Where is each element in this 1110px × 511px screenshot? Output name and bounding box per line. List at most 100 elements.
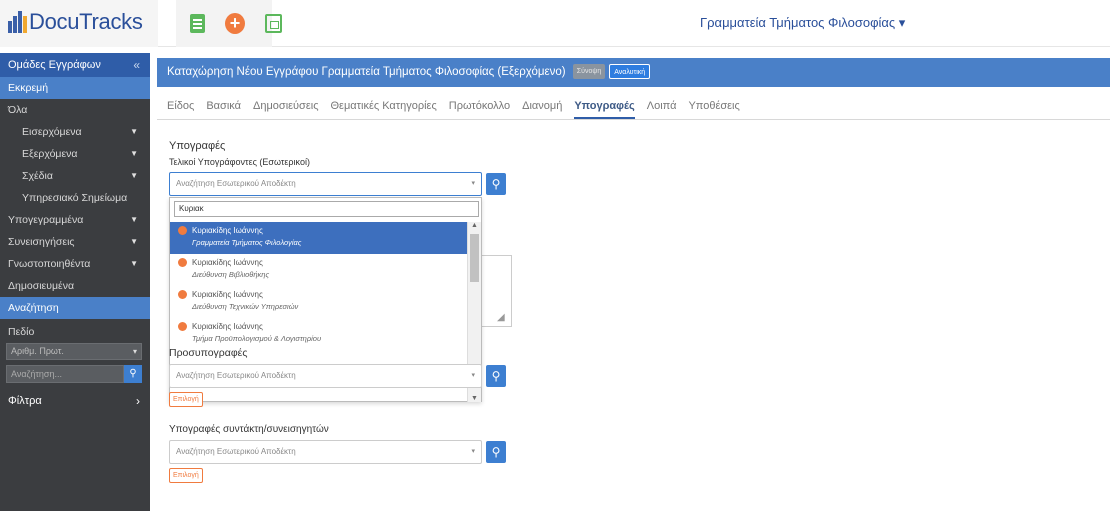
user-icon <box>178 322 187 331</box>
dropdown-option[interactable]: Κυριακίδης Ιωάννης Διεύθυνση Τεχνικών Υπ… <box>170 286 467 318</box>
toolbar: + <box>176 0 282 47</box>
sidebar-item-label: Γνωστοποιηθέντα <box>8 258 91 270</box>
search-icon[interactable]: ⚲ <box>486 173 506 195</box>
page-title-bar: Καταχώρηση Νέου Εγγράφου Γραμματεία Τμήμ… <box>157 58 1110 87</box>
sidebar-item-outgoing[interactable]: Εξερχόμενα ▼ <box>0 143 150 165</box>
caret-down-icon: ▼ <box>130 149 138 158</box>
option-org: Τμήμα Προϋπολογισμού & Λογιστηρίου <box>192 334 322 343</box>
sidebar-item-memo[interactable]: Υπηρεσιακό Σημείωμα <box>0 187 150 209</box>
user-icon <box>178 290 187 299</box>
option-org: Διεύθυνση Τεχνικών Υπηρεσιών <box>192 302 299 311</box>
tab-other[interactable]: Λοιπά <box>647 95 677 119</box>
caret-down-icon: ▾ <box>471 448 475 455</box>
app-name: DocuTracks <box>29 9 143 34</box>
sidebar-item-label: Συνεισηγήσεις <box>8 236 75 248</box>
sidebar-filters-header[interactable]: Φίλτρα › <box>0 389 150 413</box>
sidebar-filters-title: Φίλτρα <box>8 395 42 407</box>
sidebar-item-signed[interactable]: Υπογεγραμμένα ▼ <box>0 209 150 231</box>
double-chevron-left-icon[interactable]: « <box>133 53 140 77</box>
caret-down-icon: ▼ <box>130 237 138 246</box>
option-name: Κυριακίδης Ιωάννης <box>192 258 263 267</box>
sidebar-field-label: Πεδίο <box>8 326 35 338</box>
sidebar-item-all[interactable]: Όλα <box>0 99 150 121</box>
sidebar-item-published[interactable]: Δημοσιευμένα <box>0 275 150 297</box>
caret-down-icon: ▼ <box>130 127 138 136</box>
sidebar-item-notified[interactable]: Γνωστοποιηθέντα ▼ <box>0 253 150 275</box>
top-bar: DocuTracks + Γραμματεία Τμήματος Φιλοσοφ… <box>0 0 1110 47</box>
sidebar-item-pending[interactable]: Εκκρεμή <box>0 77 150 99</box>
recipient-placeholder: Αναζήτηση Εσωτερικού Αποδέκτη <box>176 447 296 456</box>
user-menu[interactable]: Γραμματεία Τμήματος Φιλοσοφίας ▾ <box>700 15 905 31</box>
dropdown-option[interactable]: Κυριακίδης Ιωάννης Τμήμα Προϋπολογισμού … <box>170 318 467 350</box>
search-icon[interactable]: ⚲ <box>486 365 506 387</box>
tab-basic[interactable]: Βασικά <box>206 95 241 119</box>
detail-toggle[interactable]: Αναλυτική <box>609 64 651 80</box>
app-logo[interactable]: DocuTracks <box>8 9 143 35</box>
sidebar-item-label: Σχέδια <box>22 170 53 182</box>
sidebar-search: Αναζήτηση... ⚲ <box>6 365 142 383</box>
page-title: Καταχώρηση Νέου Εγγράφου Γραμματεία Τμήμ… <box>167 66 566 78</box>
recipient-placeholder: Αναζήτηση Εσωτερικού Αποδέκτη <box>176 371 296 380</box>
sidebar-groups-title: Ομάδες Εγγράφων <box>8 59 101 71</box>
sidebar-field-value: Αριθμ. Πρωτ. <box>11 346 64 356</box>
tab-cases[interactable]: Υποθέσεις <box>688 95 739 119</box>
option-org: Γραμματεία Τμήματος Φιλολογίας <box>192 238 302 247</box>
caret-down-icon: ▼ <box>130 215 138 224</box>
dropdown-option[interactable]: Κυριακίδης Ιωάννης Διεύθυνση Βιβλιοθήκης <box>170 254 467 286</box>
final-signers-select[interactable]: Αναζήτηση Εσωτερικού Αποδέκτη ▾ <box>169 172 482 196</box>
tab-distribution[interactable]: Διανομή <box>522 95 562 119</box>
scroll-up-icon[interactable]: ▲ <box>471 222 478 229</box>
pre-signatures-select[interactable]: Αναζήτηση Εσωτερικού Αποδέκτη ▾ <box>169 364 482 388</box>
sidebar-item-label: Υπογεγραμμένα <box>8 214 84 226</box>
sidebar-item-label: Εξερχόμενα <box>22 148 78 160</box>
sidebar-groups-header[interactable]: Ομάδες Εγγράφων « <box>0 53 150 77</box>
search-icon[interactable]: ⚲ <box>124 365 142 383</box>
copy-button[interactable] <box>265 14 282 34</box>
scroll-down-icon[interactable]: ▼ <box>471 395 478 402</box>
choose-button[interactable]: Επιλογή <box>169 392 203 407</box>
option-name: Κυριακίδης Ιωάννης <box>192 290 263 299</box>
choose-button[interactable]: Επιλογή <box>169 468 203 483</box>
sidebar-field-select[interactable]: Αριθμ. Πρωτ. ▾ <box>6 343 142 360</box>
tab-type[interactable]: Είδος <box>167 95 194 119</box>
add-circle-icon: + <box>225 13 245 34</box>
recipient-placeholder: Αναζήτηση Εσωτερικού Αποδέκτη <box>176 179 296 188</box>
option-name: Κυριακίδης Ιωάννης <box>192 226 263 235</box>
user-icon <box>178 226 187 235</box>
caret-down-icon: ▼ <box>130 259 138 268</box>
pre-signatures-title: Προσυπογραφές <box>169 347 248 359</box>
caret-down-icon: ▼ <box>130 171 138 180</box>
dropdown-option[interactable]: Κυριακίδης Ιωάννης Γραμματεία Τμήματος Φ… <box>170 222 467 254</box>
tab-signatures[interactable]: Υπογραφές <box>574 95 635 119</box>
tab-protocol[interactable]: Πρωτόκολλο <box>449 95 510 119</box>
new-document-button[interactable] <box>190 14 205 34</box>
sidebar-item-label: Εισερχόμενα <box>22 126 82 138</box>
signatures-title: Υπογραφές <box>169 140 226 152</box>
dropdown-search-input[interactable]: Κυριακ <box>174 201 479 217</box>
option-name: Κυριακίδης Ιωάννης <box>192 322 263 331</box>
resize-handle-icon[interactable]: ◢ <box>497 312 505 323</box>
sidebar-item-co-proposals[interactable]: Συνεισηγήσεις ▼ <box>0 231 150 253</box>
caret-down-icon: ▾ <box>471 372 475 379</box>
option-org: Διεύθυνση Βιβλιοθήκης <box>192 270 270 279</box>
sidebar-item-drafts[interactable]: Σχέδια ▼ <box>0 165 150 187</box>
author-signatures-select[interactable]: Αναζήτηση Εσωτερικού Αποδέκτη ▾ <box>169 440 482 464</box>
user-icon <box>178 258 187 267</box>
caret-down-icon: ▾ <box>471 180 475 187</box>
chevron-down-icon: ▾ <box>132 347 137 356</box>
copy-document-icon <box>265 14 282 33</box>
summary-toggle[interactable]: Σύνοψη <box>572 64 606 80</box>
final-signers-label: Τελικοί Υπογράφοντες (Εσωτερικοί) <box>169 157 310 167</box>
tab-publications[interactable]: Δημοσιεύσεις <box>253 95 319 119</box>
tab-categories[interactable]: Θεματικές Κατηγορίες <box>331 95 437 119</box>
add-button[interactable]: + <box>225 13 245 34</box>
sidebar-search-input[interactable]: Αναζήτηση... <box>6 365 124 383</box>
sidebar-search-header[interactable]: Αναζήτηση <box>0 297 150 319</box>
document-icon <box>190 14 205 33</box>
main-content: Καταχώρηση Νέου Εγγράφου Γραμματεία Τμήμ… <box>157 58 1110 511</box>
search-icon[interactable]: ⚲ <box>486 441 506 463</box>
logo-bars-icon <box>8 11 27 33</box>
scrollbar-thumb[interactable] <box>470 234 479 282</box>
sidebar-item-incoming[interactable]: Εισερχόμενα ▼ <box>0 121 150 143</box>
sidebar: Ομάδες Εγγράφων « Εκκρεμή Όλα Εισερχόμεν… <box>0 53 150 511</box>
